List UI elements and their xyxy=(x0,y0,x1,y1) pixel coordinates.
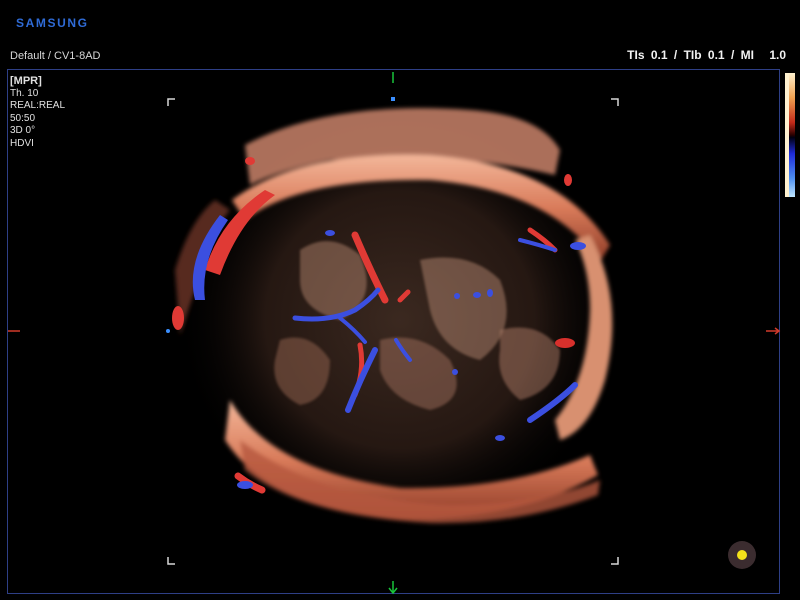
angle-label: 3D 0° xyxy=(10,125,36,136)
trackball-pointer-icon[interactable] xyxy=(728,541,756,569)
imaging-parameters: [MPR] Th. 10 REAL:REAL 50:50 3D 0° HDVI xyxy=(10,75,65,150)
pointer-dot xyxy=(737,550,747,560)
axis-marker-right xyxy=(766,327,781,335)
mode-label: [MPR] xyxy=(10,75,42,87)
ultrasound-image[interactable] xyxy=(0,0,800,600)
square-marker-icon xyxy=(391,97,395,101)
thickness-label: Th. 10 xyxy=(10,87,39,99)
render-label: REAL:REAL xyxy=(10,100,66,111)
color-scale-bar xyxy=(785,73,795,197)
position-dot xyxy=(166,329,170,333)
filter-label: HDVI xyxy=(10,137,34,149)
mix-label: 50:50 xyxy=(10,112,36,124)
axis-marker-bottom xyxy=(388,581,398,595)
